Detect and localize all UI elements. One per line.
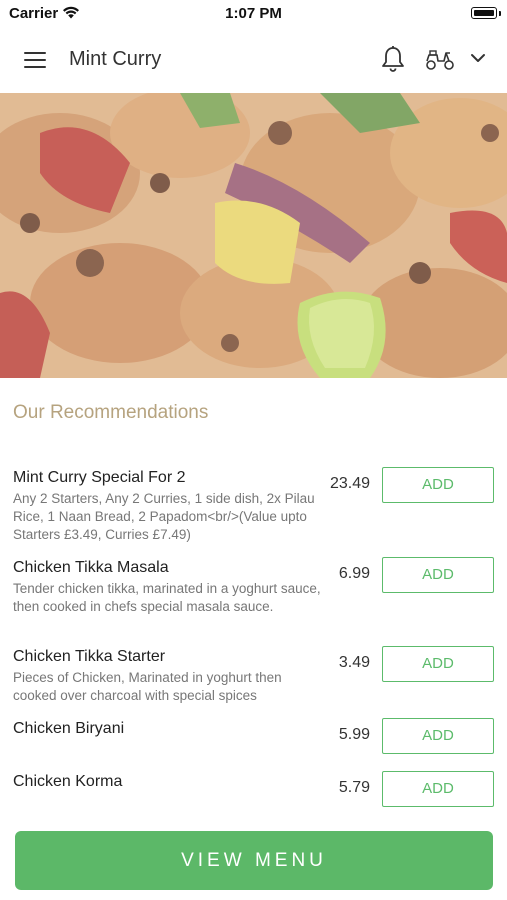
status-bar: Carrier 1:07 PM	[0, 0, 507, 28]
item-description: Pieces of Chicken, Marinated in yoghurt …	[13, 670, 282, 703]
item-price: 3.49	[338, 654, 370, 671]
hamburger-menu-icon[interactable]	[24, 51, 46, 69]
item-name: Chicken Tikka Starter	[13, 648, 166, 665]
add-button[interactable]: ADD	[382, 771, 494, 807]
add-button[interactable]: ADD	[382, 557, 494, 593]
scooter-icon[interactable]	[424, 49, 456, 71]
add-button[interactable]: ADD	[382, 718, 494, 754]
add-button[interactable]: ADD	[382, 467, 494, 503]
add-button[interactable]: ADD	[382, 646, 494, 682]
item-name: Mint Curry Special For 2	[13, 469, 186, 486]
battery-icon	[471, 7, 497, 19]
item-price: 6.99	[338, 565, 370, 582]
bell-icon[interactable]	[380, 45, 406, 73]
hero-food-image	[0, 93, 507, 378]
nav-bar: Mint Curry	[0, 28, 507, 92]
battery-tip	[499, 11, 501, 16]
view-menu-button[interactable]: VIEW MENU	[15, 831, 493, 890]
item-name: Chicken Tikka Masala	[13, 559, 169, 576]
item-price: 5.99	[338, 726, 370, 743]
item-price: 23.49	[329, 475, 370, 492]
section-title: Our Recommendations	[13, 402, 209, 423]
item-name: Chicken Korma	[13, 773, 123, 790]
item-price: 5.79	[338, 779, 370, 796]
page-title: Mint Curry	[69, 48, 162, 70]
chevron-down-icon[interactable]	[470, 52, 486, 64]
item-name: Chicken Biryani	[13, 720, 125, 737]
item-description: Tender chicken tikka, marinated in a yog…	[13, 581, 321, 614]
item-description: Any 2 Starters, Any 2 Curries, 1 side di…	[13, 491, 315, 542]
clock: 1:07 PM	[225, 5, 282, 22]
